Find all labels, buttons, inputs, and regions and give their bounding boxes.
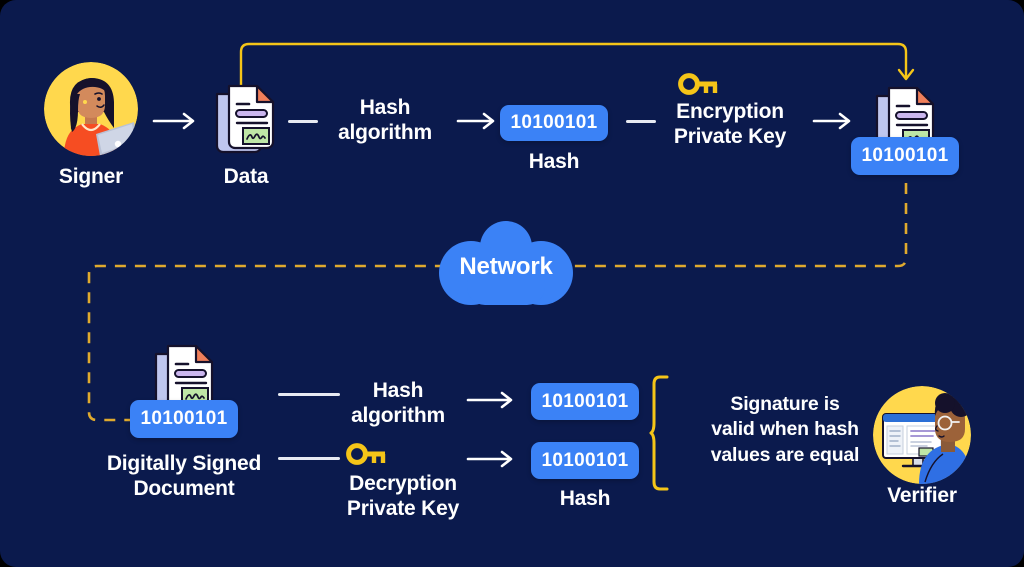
hash-badge-top: 10100101 [500,105,608,141]
hash-algorithm-label-top: Hash algorithm [338,96,432,144]
data-document-icon [211,78,281,160]
curly-brace-icon [649,375,669,491]
arrow-signer-to-data [152,112,195,130]
hash-label-top: Hash [528,150,580,173]
signer-label: Signer [58,165,124,188]
signer-avatar [44,62,138,156]
key-icon-encryption [678,73,721,98]
signed-doc-badge-bottom: 10100101 [130,400,238,438]
connector-doc-to-hashalgo-bottom [278,393,340,396]
data-label: Data [223,165,269,188]
verifier-label: Verifier [887,484,957,507]
hash-label-bottom: Hash [559,487,611,510]
arrow-hashalgo-to-hash [456,112,495,130]
arrow-decryption-to-hash-bottom [466,450,513,468]
decryption-key-label: Decryption Private Key [346,472,460,520]
diagram-canvas: Signer Data Hash algorithm 10100101 Hash… [0,0,1024,567]
connector-data-to-hashalgo [288,120,318,123]
arrow-hashalgo-to-hash-bottom [466,391,513,409]
digitally-signed-document-label: Digitally Signed Document [106,452,262,500]
arrow-encryption-to-signeddoc [812,112,851,130]
conclusion-text: Signature is valid when hash values are … [710,393,860,466]
connector-doc-to-decryption [278,457,340,460]
key-icon-decryption [346,443,389,468]
verifier-avatar [873,386,971,484]
connector-hash-to-encryption [626,120,656,123]
hash-algorithm-label-bottom: Hash algorithm [351,379,445,427]
signed-doc-badge-top: 10100101 [851,137,959,175]
hash-badge-bottom-second: 10100101 [531,442,639,479]
hash-badge-bottom-first: 10100101 [531,383,639,420]
encryption-key-label: Encryption Private Key [673,100,787,148]
network-label: Network [459,253,553,280]
